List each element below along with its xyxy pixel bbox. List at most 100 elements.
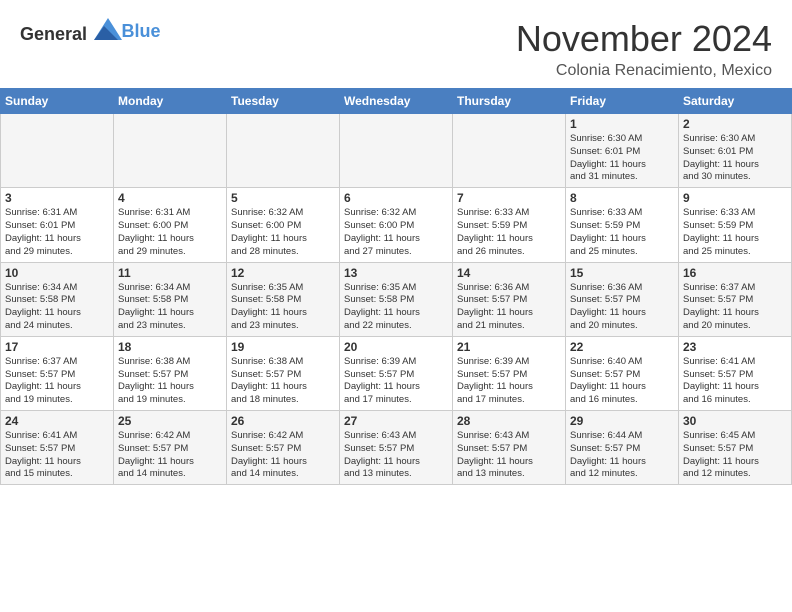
day-number: 30 xyxy=(683,414,787,428)
day-number: 7 xyxy=(457,191,561,205)
calendar-cell: 23 Sunrise: 6:41 AM Sunset: 5:57 PM Dayli… xyxy=(679,336,792,410)
calendar-cell: 12 Sunrise: 6:35 AM Sunset: 5:58 PM Dayli… xyxy=(227,262,340,336)
day-info: Sunrise: 6:34 AM Sunset: 5:58 PM Dayligh… xyxy=(5,282,109,333)
calendar-table: SundayMondayTuesdayWednesdayThursdayFrid… xyxy=(0,88,792,485)
day-number: 13 xyxy=(344,266,448,280)
day-number: 9 xyxy=(683,191,787,205)
calendar-cell: 15 Sunrise: 6:36 AM Sunset: 5:57 PM Dayli… xyxy=(566,262,679,336)
dow-header: Thursday xyxy=(453,89,566,114)
day-number: 24 xyxy=(5,414,109,428)
logo-icon xyxy=(94,18,122,40)
day-number: 27 xyxy=(344,414,448,428)
day-number: 3 xyxy=(5,191,109,205)
dow-header: Tuesday xyxy=(227,89,340,114)
day-info: Sunrise: 6:33 AM Sunset: 5:59 PM Dayligh… xyxy=(683,207,787,258)
day-number: 19 xyxy=(231,340,335,354)
day-number: 12 xyxy=(231,266,335,280)
day-info: Sunrise: 6:32 AM Sunset: 6:00 PM Dayligh… xyxy=(344,207,448,258)
calendar-cell xyxy=(1,114,114,188)
day-info: Sunrise: 6:39 AM Sunset: 5:57 PM Dayligh… xyxy=(344,356,448,407)
day-info: Sunrise: 6:30 AM Sunset: 6:01 PM Dayligh… xyxy=(570,133,674,184)
day-number: 18 xyxy=(118,340,222,354)
calendar-cell: 19 Sunrise: 6:38 AM Sunset: 5:57 PM Dayli… xyxy=(227,336,340,410)
calendar-cell: 26 Sunrise: 6:42 AM Sunset: 5:57 PM Dayli… xyxy=(227,411,340,485)
day-info: Sunrise: 6:37 AM Sunset: 5:57 PM Dayligh… xyxy=(683,282,787,333)
day-number: 16 xyxy=(683,266,787,280)
day-number: 2 xyxy=(683,117,787,131)
day-info: Sunrise: 6:37 AM Sunset: 5:57 PM Dayligh… xyxy=(5,356,109,407)
day-info: Sunrise: 6:45 AM Sunset: 5:57 PM Dayligh… xyxy=(683,430,787,481)
day-number: 10 xyxy=(5,266,109,280)
calendar-cell xyxy=(227,114,340,188)
day-info: Sunrise: 6:42 AM Sunset: 5:57 PM Dayligh… xyxy=(231,430,335,481)
day-info: Sunrise: 6:38 AM Sunset: 5:57 PM Dayligh… xyxy=(118,356,222,407)
day-number: 25 xyxy=(118,414,222,428)
calendar-cell: 7 Sunrise: 6:33 AM Sunset: 5:59 PM Daylig… xyxy=(453,188,566,262)
day-info: Sunrise: 6:38 AM Sunset: 5:57 PM Dayligh… xyxy=(231,356,335,407)
calendar-cell: 29 Sunrise: 6:44 AM Sunset: 5:57 PM Dayli… xyxy=(566,411,679,485)
calendar-cell: 11Sunrise: 6:34 AM Sunset: 5:58 PM Dayli… xyxy=(114,262,227,336)
day-info: Sunrise: 6:33 AM Sunset: 5:59 PM Dayligh… xyxy=(457,207,561,258)
day-info: Sunrise: 6:35 AM Sunset: 5:58 PM Dayligh… xyxy=(344,282,448,333)
calendar-cell: 30 Sunrise: 6:45 AM Sunset: 5:57 PM Dayli… xyxy=(679,411,792,485)
day-info: Sunrise: 6:36 AM Sunset: 5:57 PM Dayligh… xyxy=(457,282,561,333)
day-number: 6 xyxy=(344,191,448,205)
calendar-cell: 6 Sunrise: 6:32 AM Sunset: 6:00 PM Daylig… xyxy=(340,188,453,262)
calendar-cell: 25 Sunrise: 6:42 AM Sunset: 5:57 PM Dayli… xyxy=(114,411,227,485)
day-info: Sunrise: 6:33 AM Sunset: 5:59 PM Dayligh… xyxy=(570,207,674,258)
day-info: Sunrise: 6:44 AM Sunset: 5:57 PM Dayligh… xyxy=(570,430,674,481)
logo: General Blue xyxy=(20,18,161,45)
logo-text-general: General xyxy=(20,24,87,44)
day-info: Sunrise: 6:34 AM Sunset: 5:58 PM Dayligh… xyxy=(118,282,222,333)
page-header: General Blue November 2024 Colonia Renac… xyxy=(0,0,792,88)
day-number: 23 xyxy=(683,340,787,354)
day-info: Sunrise: 6:36 AM Sunset: 5:57 PM Dayligh… xyxy=(570,282,674,333)
calendar-cell: 8 Sunrise: 6:33 AM Sunset: 5:59 PM Daylig… xyxy=(566,188,679,262)
day-number: 5 xyxy=(231,191,335,205)
day-info: Sunrise: 6:41 AM Sunset: 5:57 PM Dayligh… xyxy=(5,430,109,481)
dow-header: Wednesday xyxy=(340,89,453,114)
day-info: Sunrise: 6:39 AM Sunset: 5:57 PM Dayligh… xyxy=(457,356,561,407)
day-info: Sunrise: 6:31 AM Sunset: 6:00 PM Dayligh… xyxy=(118,207,222,258)
calendar-cell: 28Sunrise: 6:43 AM Sunset: 5:57 PM Dayli… xyxy=(453,411,566,485)
day-number: 26 xyxy=(231,414,335,428)
day-number: 8 xyxy=(570,191,674,205)
calendar-cell: 14 Sunrise: 6:36 AM Sunset: 5:57 PM Dayli… xyxy=(453,262,566,336)
dow-header: Sunday xyxy=(1,89,114,114)
day-number: 14 xyxy=(457,266,561,280)
calendar-cell: 3 Sunrise: 6:31 AM Sunset: 6:01 PM Daylig… xyxy=(1,188,114,262)
day-info: Sunrise: 6:32 AM Sunset: 6:00 PM Dayligh… xyxy=(231,207,335,258)
dow-header: Saturday xyxy=(679,89,792,114)
calendar-cell: 9 Sunrise: 6:33 AM Sunset: 5:59 PM Daylig… xyxy=(679,188,792,262)
day-info: Sunrise: 6:30 AM Sunset: 6:01 PM Dayligh… xyxy=(683,133,787,184)
calendar-cell: 18 Sunrise: 6:38 AM Sunset: 5:57 PM Dayli… xyxy=(114,336,227,410)
day-info: Sunrise: 6:31 AM Sunset: 6:01 PM Dayligh… xyxy=(5,207,109,258)
location-subtitle: Colonia Renacimiento, Mexico xyxy=(516,62,772,80)
day-number: 17 xyxy=(5,340,109,354)
logo-text-blue: Blue xyxy=(122,21,161,41)
day-info: Sunrise: 6:40 AM Sunset: 5:57 PM Dayligh… xyxy=(570,356,674,407)
calendar-cell: 4 Sunrise: 6:31 AM Sunset: 6:00 PM Daylig… xyxy=(114,188,227,262)
calendar-cell: 16 Sunrise: 6:37 AM Sunset: 5:57 PM Dayli… xyxy=(679,262,792,336)
day-info: Sunrise: 6:41 AM Sunset: 5:57 PM Dayligh… xyxy=(683,356,787,407)
calendar-cell: 27Sunrise: 6:43 AM Sunset: 5:57 PM Dayli… xyxy=(340,411,453,485)
day-info: Sunrise: 6:42 AM Sunset: 5:57 PM Dayligh… xyxy=(118,430,222,481)
calendar-cell: 13 Sunrise: 6:35 AM Sunset: 5:58 PM Dayli… xyxy=(340,262,453,336)
calendar-cell: 10 Sunrise: 6:34 AM Sunset: 5:58 PM Dayli… xyxy=(1,262,114,336)
day-number: 4 xyxy=(118,191,222,205)
day-number: 21 xyxy=(457,340,561,354)
calendar-cell xyxy=(340,114,453,188)
calendar-cell xyxy=(453,114,566,188)
calendar-cell: 20 Sunrise: 6:39 AM Sunset: 5:57 PM Dayli… xyxy=(340,336,453,410)
day-number: 20 xyxy=(344,340,448,354)
day-number: 29 xyxy=(570,414,674,428)
calendar-cell: 1 Sunrise: 6:30 AM Sunset: 6:01 PM Daylig… xyxy=(566,114,679,188)
calendar-cell xyxy=(114,114,227,188)
calendar-cell: 21 Sunrise: 6:39 AM Sunset: 5:57 PM Dayli… xyxy=(453,336,566,410)
day-info: Sunrise: 6:35 AM Sunset: 5:58 PM Dayligh… xyxy=(231,282,335,333)
day-number: 1 xyxy=(570,117,674,131)
day-number: 15 xyxy=(570,266,674,280)
calendar-cell: 5 Sunrise: 6:32 AM Sunset: 6:00 PM Daylig… xyxy=(227,188,340,262)
day-number: 22 xyxy=(570,340,674,354)
calendar-cell: 22 Sunrise: 6:40 AM Sunset: 5:57 PM Dayli… xyxy=(566,336,679,410)
